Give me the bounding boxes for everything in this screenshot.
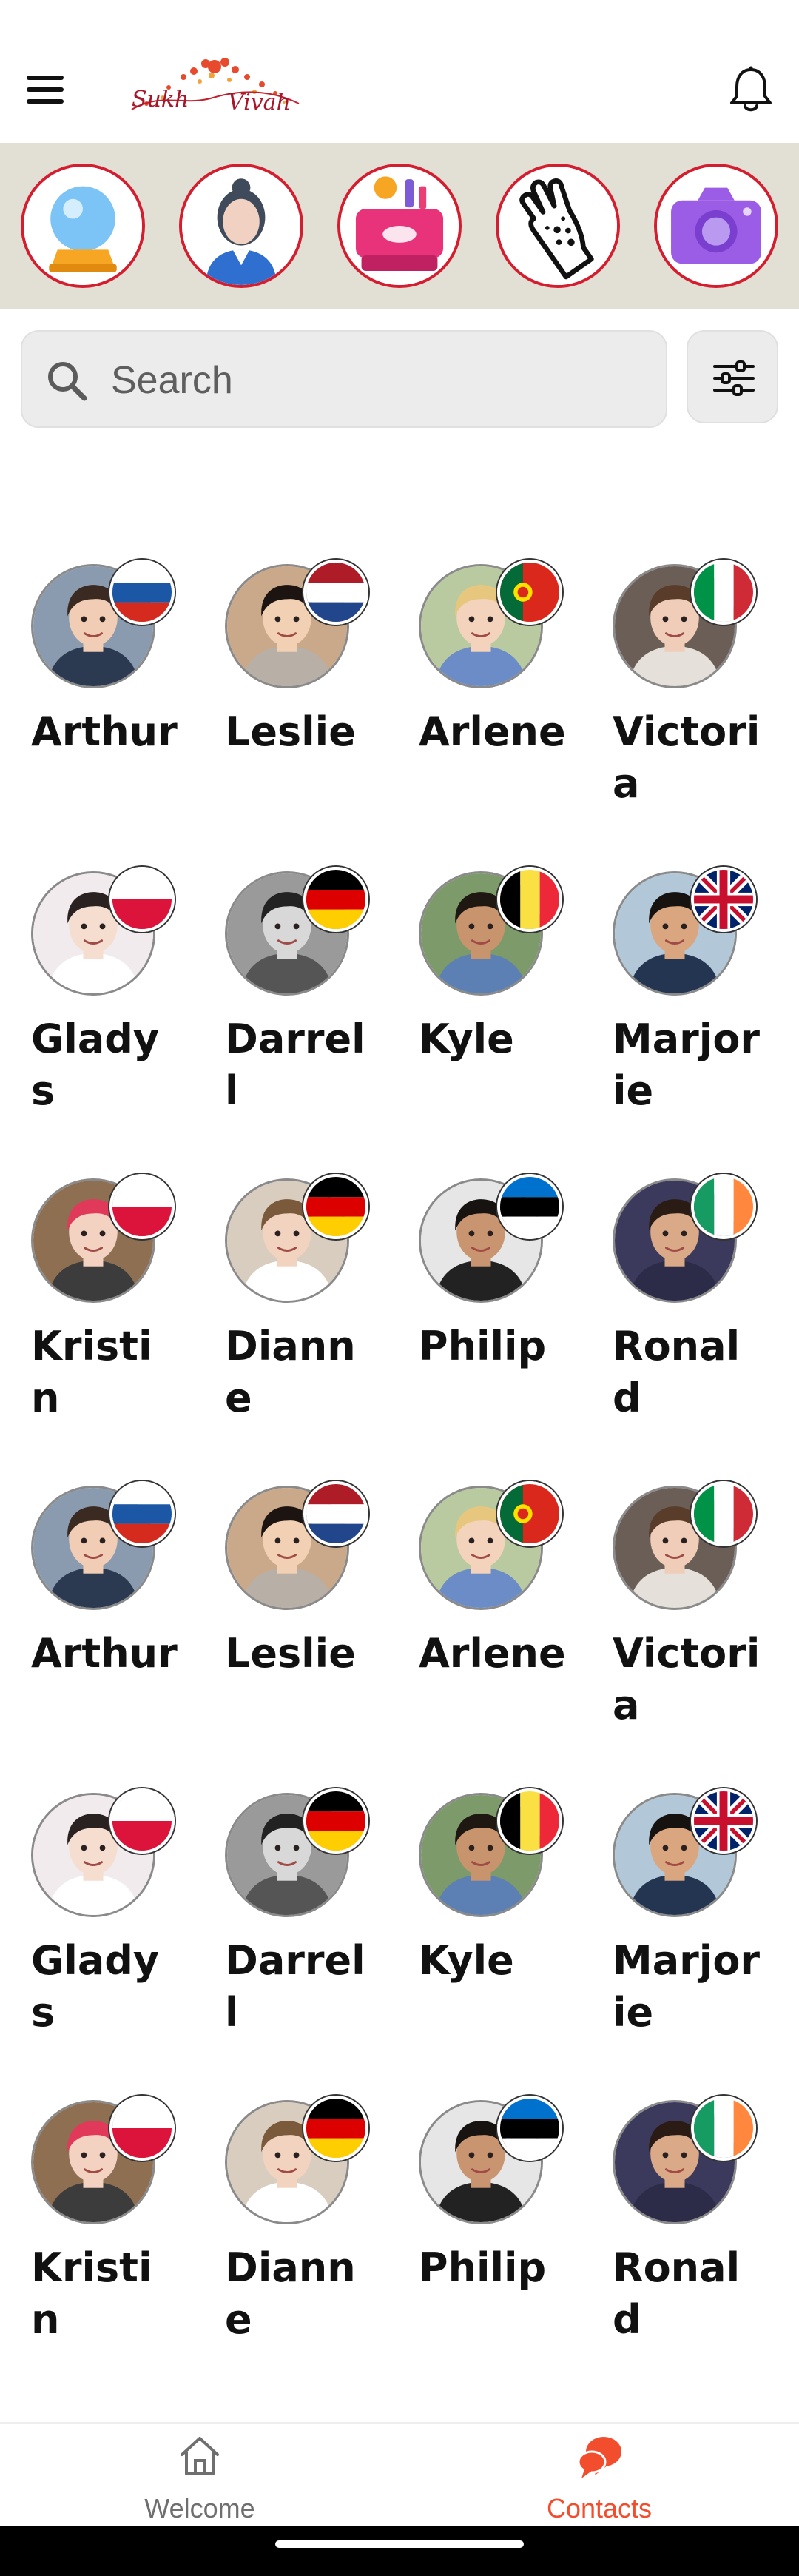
contact-card[interactable]: Gladys <box>16 1778 212 2067</box>
netherlands-flag-icon <box>303 1481 368 1546</box>
contact-card[interactable]: Arthur <box>16 1471 212 1760</box>
contact-name: Dianne <box>225 2244 356 2343</box>
contact-name: Victoria <box>613 1630 761 1728</box>
poland-flag-icon <box>109 1174 175 1239</box>
contact-name: Victoria <box>613 708 761 807</box>
contact-name: Philip <box>419 2244 547 2291</box>
portugal-flag-icon <box>497 560 562 625</box>
contact-card[interactable]: Kyle <box>404 856 599 1145</box>
category-strip <box>0 143 799 309</box>
contact-name: Marjorie <box>613 1016 761 1114</box>
contact-name: Philip <box>419 1323 547 1369</box>
contact-name: Marjorie <box>613 1937 761 2036</box>
russia-flag-icon <box>109 560 175 625</box>
contact-name: Ronald <box>613 2244 741 2343</box>
ireland-flag-icon <box>691 2096 756 2161</box>
system-home-bar-area <box>0 2526 799 2576</box>
contact-card[interactable]: Ronald <box>598 1164 793 1452</box>
category-henna-hand-icon[interactable] <box>496 164 620 288</box>
contact-card[interactable]: Darrell <box>210 856 405 1145</box>
poland-flag-icon <box>109 2096 175 2161</box>
netherlands-flag-icon <box>303 560 368 625</box>
notification-bell-icon[interactable] <box>728 65 774 114</box>
russia-flag-icon <box>109 1481 175 1546</box>
contact-card[interactable]: Dianne <box>210 2085 405 2374</box>
italy-flag-icon <box>691 1481 756 1546</box>
contact-name: Gladys <box>31 1937 160 2036</box>
contact-name: Darrell <box>225 1937 365 2036</box>
search-bar <box>21 330 667 428</box>
contact-card[interactable]: Ronald <box>598 2085 793 2374</box>
contact-name: Kristin <box>31 1323 152 1421</box>
contact-card[interactable]: Marjorie <box>598 1778 793 2067</box>
contact-card[interactable]: Philip <box>404 2085 599 2374</box>
svg-text:Vivah: Vivah <box>228 90 291 115</box>
contact-card[interactable]: Darrell <box>210 1778 405 2067</box>
bottom-navigation: Welcome Contacts <box>0 2422 799 2526</box>
contact-card[interactable]: Victoria <box>598 549 793 838</box>
united-kingdom-flag-icon <box>691 867 756 932</box>
poland-flag-icon <box>109 1788 175 1854</box>
belgium-flag-icon <box>497 1788 562 1854</box>
search-icon <box>48 362 87 401</box>
poland-flag-icon <box>109 867 175 932</box>
united-kingdom-flag-icon <box>691 1788 756 1854</box>
germany-flag-icon <box>303 867 368 932</box>
contact-name: Arlene <box>419 1630 566 1677</box>
ireland-flag-icon <box>691 1174 756 1239</box>
contact-name: Darrell <box>225 1016 365 1114</box>
contact-name: Kyle <box>419 1937 514 1984</box>
contact-card[interactable]: Kristin <box>16 1164 212 1452</box>
contact-card[interactable]: Gladys <box>16 856 212 1145</box>
app-header: Sukh Vivah <box>0 0 799 143</box>
svg-text:Sukh: Sukh <box>132 87 189 113</box>
germany-flag-icon <box>303 1788 368 1854</box>
portugal-flag-icon <box>497 1481 562 1546</box>
contact-card[interactable]: Leslie <box>210 549 405 838</box>
contact-name: Leslie <box>225 708 356 755</box>
contact-name: Arthur <box>31 1630 178 1677</box>
nav-contacts[interactable]: Contacts <box>488 2424 710 2527</box>
contact-card[interactable]: Arthur <box>16 549 212 838</box>
nav-welcome-label: Welcome <box>144 2493 255 2523</box>
italy-flag-icon <box>691 560 756 625</box>
contact-name: Ronald <box>613 1323 741 1421</box>
contact-card[interactable]: Dianne <box>210 1164 405 1452</box>
estonia-flag-icon <box>497 1174 562 1239</box>
contact-name: Leslie <box>225 1630 356 1677</box>
belgium-flag-icon <box>497 867 562 932</box>
estonia-flag-icon <box>497 2096 562 2161</box>
contact-name: Kristin <box>31 2244 152 2343</box>
contact-card[interactable]: Marjorie <box>598 856 793 1145</box>
contact-card[interactable]: Arlene <box>404 1471 599 1760</box>
category-fortune-icon[interactable] <box>21 164 145 288</box>
home-indicator[interactable] <box>275 2540 524 2548</box>
contact-name: Arlene <box>419 708 566 755</box>
filter-button[interactable] <box>687 330 778 423</box>
app-logo: Sukh Vivah <box>131 58 300 115</box>
contact-name: Gladys <box>31 1016 160 1114</box>
germany-flag-icon <box>303 1174 368 1239</box>
sliders-icon <box>713 360 755 396</box>
contact-card[interactable]: Leslie <box>210 1471 405 1760</box>
germany-flag-icon <box>303 2096 368 2161</box>
category-beauty-icon[interactable] <box>337 164 462 288</box>
contact-name: Dianne <box>225 1323 356 1421</box>
nav-contacts-label: Contacts <box>546 2493 653 2523</box>
category-receptionist-icon[interactable] <box>179 164 303 288</box>
chat-bubbles-icon <box>577 2437 621 2478</box>
contact-card[interactable]: Kyle <box>404 1778 599 2067</box>
home-icon <box>181 2437 219 2475</box>
contact-name: Arthur <box>31 708 178 755</box>
contact-name: Kyle <box>419 1016 514 1062</box>
search-input[interactable] <box>111 349 644 412</box>
contact-card[interactable]: Kristin <box>16 2085 212 2374</box>
hamburger-menu-icon[interactable] <box>22 71 68 108</box>
contact-card[interactable]: Arlene <box>404 549 599 838</box>
nav-welcome[interactable]: Welcome <box>89 2424 311 2527</box>
contact-card[interactable]: Victoria <box>598 1471 793 1760</box>
contact-card[interactable]: Philip <box>404 1164 599 1452</box>
category-camera-icon[interactable] <box>654 164 778 288</box>
